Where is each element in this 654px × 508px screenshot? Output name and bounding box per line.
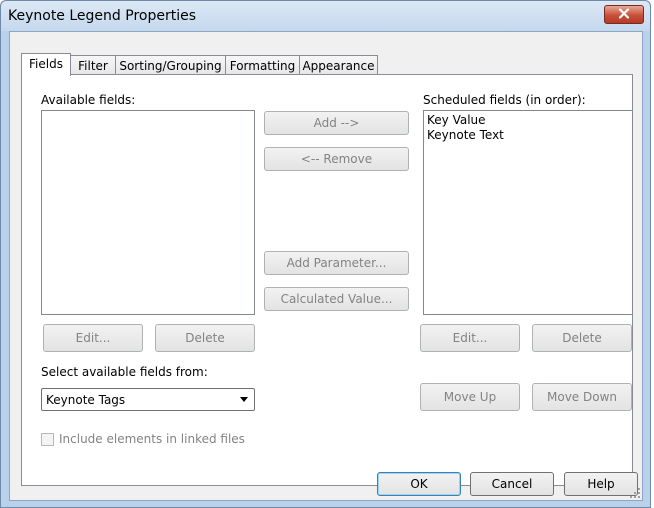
- tab-formatting[interactable]: Formatting: [225, 55, 300, 75]
- tab-filter[interactable]: Filter: [70, 55, 116, 75]
- include-linked-checkbox[interactable]: [41, 432, 54, 446]
- scheduled-fields-label: Scheduled fields (in order):: [423, 93, 586, 107]
- add-field-button[interactable]: Add -->: [264, 111, 409, 135]
- cancel-button[interactable]: Cancel: [470, 472, 554, 496]
- window-title: Keynote Legend Properties: [8, 8, 197, 24]
- tab-fields[interactable]: Fields: [21, 53, 71, 76]
- move-down-button[interactable]: Move Down: [532, 383, 632, 411]
- include-linked-row[interactable]: Include elements in linked files: [41, 432, 245, 446]
- available-fields-label: Available fields:: [41, 93, 136, 107]
- select-fields-from-dropdown[interactable]: Keynote Tags: [41, 388, 255, 411]
- available-fields-list[interactable]: [41, 110, 255, 315]
- fields-tab-panel: Available fields: Add --> <-- Remove Add…: [21, 74, 633, 486]
- scheduled-delete-button[interactable]: Delete: [532, 324, 632, 352]
- close-icon: [618, 7, 630, 22]
- dialog-window: Keynote Legend Properties Fields Filter …: [0, 0, 651, 508]
- remove-field-button[interactable]: <-- Remove: [264, 147, 409, 171]
- list-item[interactable]: Keynote Text: [427, 128, 629, 143]
- dialog-client-area: Fields Filter Sorting/Grouping Formattin…: [9, 31, 643, 501]
- chevron-down-icon: [240, 397, 248, 402]
- title-bar[interactable]: Keynote Legend Properties: [1, 1, 650, 31]
- select-fields-from-label: Select available fields from:: [41, 365, 208, 379]
- help-button[interactable]: Help: [564, 472, 638, 496]
- scheduled-fields-list[interactable]: Key Value Keynote Text: [423, 110, 633, 315]
- scheduled-edit-button[interactable]: Edit...: [420, 324, 520, 352]
- calculated-value-button[interactable]: Calculated Value...: [264, 287, 409, 311]
- close-button[interactable]: [604, 5, 644, 24]
- available-edit-button[interactable]: Edit...: [43, 324, 143, 352]
- list-item[interactable]: Key Value: [427, 113, 629, 128]
- resize-grip-icon[interactable]: [630, 488, 640, 498]
- tab-appearance[interactable]: Appearance: [299, 55, 378, 75]
- add-parameter-button[interactable]: Add Parameter...: [264, 251, 409, 275]
- available-delete-button[interactable]: Delete: [155, 324, 255, 352]
- tab-sorting-grouping[interactable]: Sorting/Grouping: [115, 55, 226, 75]
- include-linked-label: Include elements in linked files: [59, 432, 245, 446]
- move-up-button[interactable]: Move Up: [420, 383, 520, 411]
- ok-button[interactable]: OK: [377, 472, 461, 496]
- dropdown-value: Keynote Tags: [46, 393, 126, 407]
